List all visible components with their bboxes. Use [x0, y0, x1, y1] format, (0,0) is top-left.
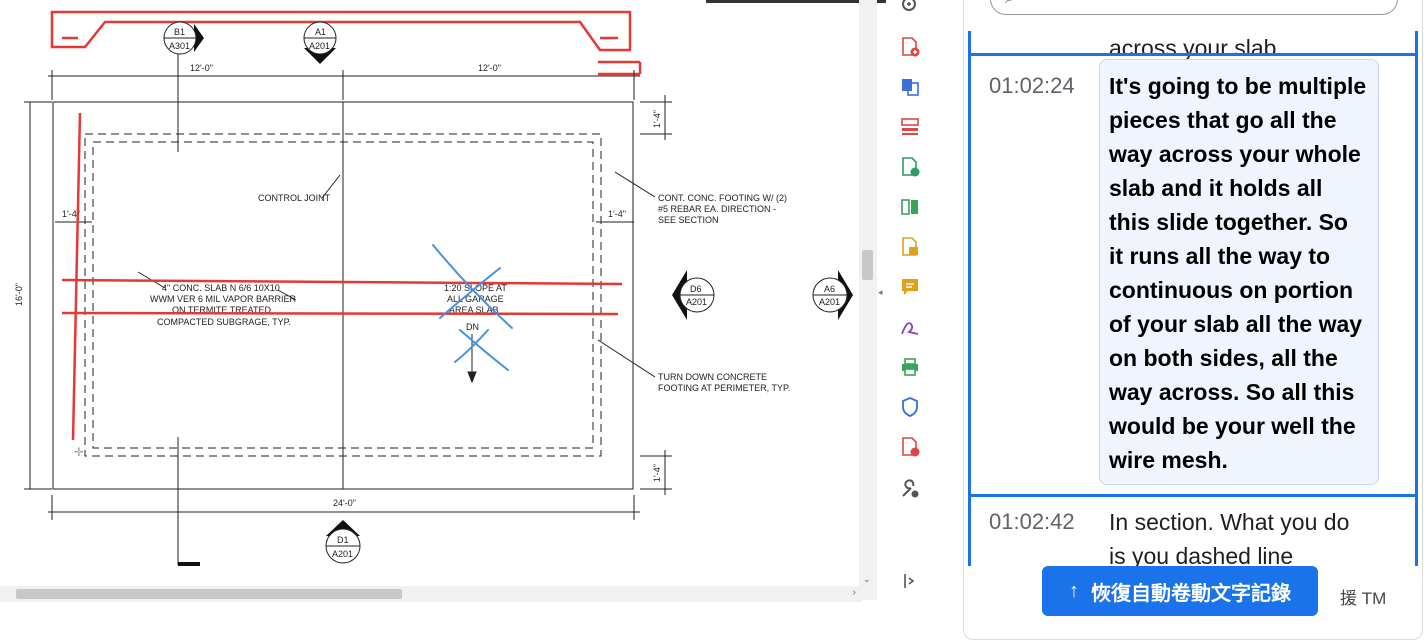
organize-pages-icon[interactable]: [899, 116, 921, 138]
scroll-down-arrow-icon[interactable]: ⌄: [863, 574, 871, 585]
panel-gap: [932, 0, 964, 640]
transcript-entry-time: 01:02:42: [989, 509, 1075, 534]
note-control-joint: CONTROL JOINT: [258, 193, 331, 203]
note-slab-1: 4" CONC. SLAB N 6/6 10X10: [162, 283, 280, 293]
transcript-entry-text: It's going to be multiple pieces that go…: [1109, 73, 1367, 473]
section-marker-d1: D1 A201: [325, 520, 361, 564]
red-markup-top: [50, 10, 642, 76]
horizontal-scrollbar[interactable]: ›: [0, 586, 862, 602]
comment-icon[interactable]: [899, 276, 921, 298]
edit-pdf-icon[interactable]: [899, 236, 921, 258]
tools-pane: [886, 0, 932, 602]
transcript-entry-text: In section. What you do is you dashed li…: [1109, 509, 1350, 566]
transcript-list[interactable]: across your slab. 01:02:24 It's going to…: [968, 31, 1418, 566]
protect-icon[interactable]: [899, 396, 921, 418]
more-tools-icon[interactable]: [899, 478, 921, 500]
note-slab-2: WWM VER 6 MIL VAPOR BARRIER: [150, 294, 297, 304]
note-footing-3: SEE SECTION: [658, 215, 719, 225]
scroll-right-arrow-icon[interactable]: ›: [853, 587, 856, 598]
resume-auto-scroll-label: 恢復自動卷動文字記錄: [1091, 582, 1291, 605]
transcript-separator: [968, 53, 1418, 56]
export-pdf-icon[interactable]: [899, 156, 921, 178]
collapse-left-arrow-icon[interactable]: ◂: [878, 287, 883, 298]
floor-plan-drawing: 12'-0" 12'-0" 24'-0" 16'-0" 1'-4" 1'-4" …: [14, 10, 853, 566]
marker-d6-sheet: A201: [686, 297, 707, 307]
transcript-entry-active[interactable]: 01:02:24 It's going to be multiple piece…: [968, 59, 1418, 489]
marker-d6-id: D6: [690, 284, 702, 294]
dim-top-left: 12'-0": [190, 63, 213, 73]
combine-files-icon[interactable]: [899, 76, 921, 98]
dim-top-right: 12'-0": [478, 63, 501, 73]
transcript-entry[interactable]: 01:02:42 In section. What you do is you …: [968, 501, 1418, 566]
transcript-search-input[interactable]: ⌕: [990, 0, 1398, 15]
dim-bottom: 24'-0": [333, 498, 356, 508]
horizontal-scrollbar-thumb[interactable]: [16, 589, 402, 599]
crosshair-cursor-icon: ✛: [74, 445, 84, 459]
zoom-icon[interactable]: [899, 0, 921, 16]
note-slope-dn: DN: [466, 322, 479, 332]
marker-a6-sheet: A201: [819, 297, 840, 307]
create-pdf-icon[interactable]: [899, 36, 921, 58]
footer-fragment: 援 TM: [1340, 589, 1387, 608]
marker-d1-id: D1: [337, 535, 349, 545]
pdf-document-view[interactable]: 12'-0" 12'-0" 24'-0" 16'-0" 1'-4" 1'-4" …: [0, 0, 862, 600]
vertical-scrollbar[interactable]: ⌄: [859, 0, 877, 600]
dim-right-bottom: 1'-4": [652, 464, 662, 482]
dim-left: 16'-0": [14, 283, 24, 306]
fill-sign-icon[interactable]: [899, 316, 921, 338]
marker-a6-id: A6: [824, 284, 835, 294]
section-marker-a1: A1 A201: [303, 21, 337, 64]
search-icon: ⌕: [1005, 0, 1014, 8]
dim-side-right: 1'-4": [608, 209, 626, 219]
dim-right-top: 1'-4": [652, 110, 662, 128]
marker-a1-id: A1: [315, 27, 326, 37]
transcript-entry-time: 01:02:24: [989, 73, 1075, 98]
note-slab-4: COMPACTED SUBGRAGE, TYP.: [157, 317, 291, 327]
note-turn-2: FOOTING AT PERIMETER, TYP.: [658, 383, 790, 393]
scan-icon[interactable]: [899, 196, 921, 218]
marker-a1-sheet: A201: [309, 41, 330, 51]
pdf-info-icon[interactable]: [899, 436, 921, 458]
vertical-scrollbar-thumb[interactable]: [862, 250, 873, 280]
arrow-up-icon: ↑: [1069, 579, 1079, 602]
section-marker-a6: A6 A201: [812, 270, 853, 320]
marker-d1-sheet: A201: [332, 549, 353, 559]
note-footing-2: #5 REBAR EA. DIRECTION -: [658, 204, 776, 214]
note-turn-1: TURN DOWN CONCRETE: [658, 372, 767, 382]
marker-b1-sheet: A301: [169, 41, 190, 51]
collapse-panel-icon[interactable]: [899, 570, 921, 592]
transcript-panel: ⌕ across your slab. 01:02:24 It's going …: [963, 0, 1423, 640]
marker-b1-id: B1: [174, 27, 185, 37]
section-marker-d6: D6 A201: [672, 270, 715, 320]
resume-auto-scroll-button[interactable]: ↑ 恢復自動卷動文字記錄: [1042, 566, 1318, 616]
print-production-icon[interactable]: [899, 356, 921, 378]
transcript-separator: [968, 494, 1418, 497]
note-footing-1: CONT. CONC. FOOTING W/ (2): [658, 193, 787, 203]
note-slope-2: ALL GARAGE: [447, 294, 504, 304]
section-marker-b1: B1 A301: [163, 21, 204, 55]
